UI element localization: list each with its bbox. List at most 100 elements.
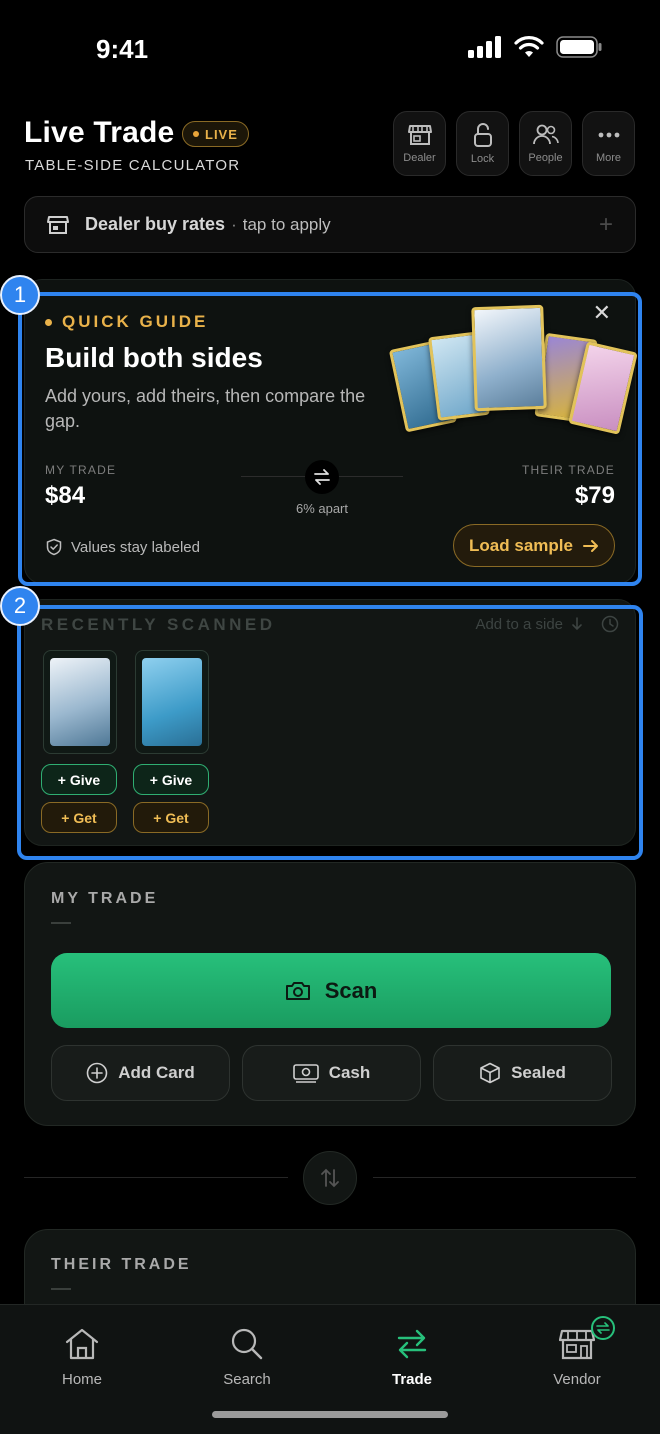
camera-icon xyxy=(285,981,310,1000)
dealer-bar-label: Dealer buy rates xyxy=(85,214,226,234)
section-divider xyxy=(51,1288,71,1290)
people-icon xyxy=(532,124,559,144)
dealer-button-label: Dealer xyxy=(403,151,436,164)
tab-home[interactable]: Home xyxy=(27,1327,137,1388)
live-badge-label: LIVE xyxy=(205,126,238,142)
recently-scanned-title: RECENTLY SCANNED xyxy=(41,615,276,634)
tab-vendor[interactable]: Vendor xyxy=(522,1327,632,1388)
highlight-number-1: 1 xyxy=(0,275,40,315)
my-trade-label: MY TRADE xyxy=(45,463,117,477)
lock-button[interactable]: Lock xyxy=(456,111,509,176)
tab-home-label: Home xyxy=(61,1371,102,1388)
quick-guide-tag: QUICK GUIDE xyxy=(45,312,208,332)
lock-open-icon xyxy=(473,122,492,147)
swap-sides-button[interactable] xyxy=(303,1151,357,1205)
their-trade-label: THEIR TRADE xyxy=(522,463,615,477)
values-note-text: Values stay labeled xyxy=(71,538,200,556)
swap-vertical-icon xyxy=(321,1168,339,1188)
shield-check-icon xyxy=(46,538,62,556)
home-icon xyxy=(65,1328,99,1360)
tab-search[interactable]: Search xyxy=(192,1327,302,1388)
dealer-button[interactable]: Dealer xyxy=(393,111,446,176)
tab-search-label: Search xyxy=(223,1371,271,1388)
swap-icon xyxy=(305,460,339,494)
load-sample-label: Load sample xyxy=(469,535,573,555)
quick-guide-title: Build both sides xyxy=(45,342,263,373)
pokemon-card-image xyxy=(142,658,202,746)
scan-button[interactable]: Scan xyxy=(51,953,611,1028)
lock-button-label: Lock xyxy=(470,152,495,165)
scanned-card-thumbnail[interactable] xyxy=(43,650,117,754)
cash-button[interactable]: Cash xyxy=(242,1045,421,1101)
divider-right xyxy=(373,1177,636,1178)
cellular-signal-icon xyxy=(468,36,501,58)
wifi-icon xyxy=(514,36,544,57)
add-to-side-label: Add to a side xyxy=(475,615,563,633)
highlight-number-2: 2 xyxy=(0,586,40,626)
add-actions-row: Add Card Cash Sealed xyxy=(51,1045,612,1101)
people-button-label: People xyxy=(528,151,563,164)
quick-guide-description: Add yours, add theirs, then compare the … xyxy=(45,386,366,431)
values-note: Values stay labeled xyxy=(45,538,200,556)
history-clock-icon[interactable] xyxy=(601,615,619,633)
give-button[interactable]: + Give xyxy=(133,764,209,795)
dealer-bar-add[interactable]: + xyxy=(599,211,613,239)
page-subtitle: TABLE-SIDE CALCULATOR xyxy=(25,157,241,174)
load-sample-button[interactable]: Load sample xyxy=(453,524,615,567)
battery-icon xyxy=(556,36,602,58)
plus-circle-icon xyxy=(86,1062,108,1084)
bottom-tab-bar: Home Search Trade Vendor xyxy=(0,1304,660,1434)
tab-trade[interactable]: Trade xyxy=(357,1327,467,1388)
my-trade-section: MY TRADE Scan Add Card Cash Sealed xyxy=(24,862,636,1126)
pokemon-card-image xyxy=(50,658,110,746)
status-icons xyxy=(468,36,602,58)
get-button[interactable]: + Get xyxy=(41,802,117,833)
tab-trade-label: Trade xyxy=(391,1371,433,1388)
more-button-label: More xyxy=(595,151,622,164)
search-icon xyxy=(231,1328,263,1360)
box-icon xyxy=(480,1062,500,1084)
vendor-trade-badge xyxy=(591,1316,615,1340)
dealer-bar-separator: · xyxy=(231,214,237,234)
add-to-side-hint: Add to a side xyxy=(475,615,619,633)
live-badge: LIVE xyxy=(182,121,249,147)
trade-swap-icon xyxy=(397,1329,427,1359)
their-trade-title: THEIR TRADE xyxy=(51,1256,192,1273)
scanned-card-thumbnail[interactable] xyxy=(135,650,209,754)
sample-cards-illustration xyxy=(385,300,638,450)
give-button[interactable]: + Give xyxy=(41,764,117,795)
arrow-down-icon xyxy=(572,617,582,631)
my-trade-value: $84 xyxy=(45,482,86,509)
live-dot xyxy=(193,131,199,137)
dealer-bar-hint: tap to apply xyxy=(242,214,331,234)
quick-guide-tag-label: QUICK GUIDE xyxy=(62,312,209,331)
arrow-right-icon xyxy=(582,539,598,552)
status-time: 9:41 xyxy=(96,34,149,64)
divider-left xyxy=(24,1177,288,1178)
quick-guide-dot xyxy=(45,318,52,326)
page-title: Live Trade xyxy=(24,116,175,149)
their-trade-value: $79 xyxy=(574,482,615,509)
gap-percentage: 6% apart xyxy=(295,501,349,516)
cash-label: Cash xyxy=(328,1063,371,1082)
status-bar: 9:41 xyxy=(0,0,660,96)
cash-icon xyxy=(292,1064,319,1083)
more-dots-icon xyxy=(598,132,619,137)
storefront-icon xyxy=(407,124,432,145)
dealer-buy-rates-bar[interactable]: Dealer buy rates · tap to apply + xyxy=(24,196,636,253)
home-indicator xyxy=(212,1411,448,1418)
scan-button-label: Scan xyxy=(324,977,378,1003)
add-card-label: Add Card xyxy=(118,1063,195,1082)
sealed-label: Sealed xyxy=(511,1063,566,1082)
pokemon-card-image xyxy=(471,304,547,412)
recently-scanned-panel: RECENTLY SCANNED Add to a side + Give + … xyxy=(24,599,636,846)
swap-icon xyxy=(596,1322,610,1334)
quick-guide-card: QUICK GUIDE Build both sides Add yours, … xyxy=(24,279,638,584)
sealed-button[interactable]: Sealed xyxy=(433,1045,612,1101)
section-divider xyxy=(51,922,71,924)
add-card-button[interactable]: Add Card xyxy=(51,1045,230,1101)
get-button[interactable]: + Get xyxy=(133,802,209,833)
more-button[interactable]: More xyxy=(582,111,635,176)
people-button[interactable]: People xyxy=(519,111,572,176)
vendor-storefront-icon xyxy=(559,1329,595,1360)
